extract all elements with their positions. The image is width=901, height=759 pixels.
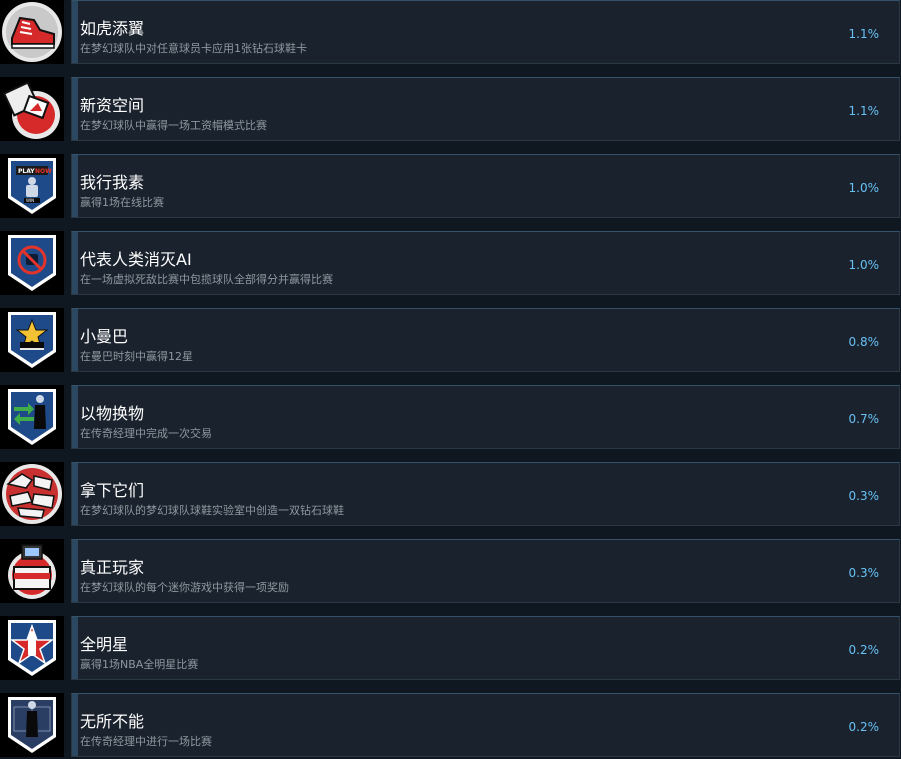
achievement-title: 如虎添翼 — [80, 19, 145, 38]
manager-court-badge-icon — [0, 693, 64, 757]
unlock-progress-bar — [72, 232, 78, 294]
svg-text:WIN: WIN — [26, 198, 34, 203]
unlock-percentage: 1.0% — [848, 258, 880, 272]
unlock-progress-bar — [72, 694, 78, 756]
achievement-title: 以物换物 — [80, 404, 145, 423]
achievement-title: 新资空间 — [80, 96, 145, 115]
svg-text:NOW: NOW — [35, 168, 52, 175]
achievement-row[interactable]: 代表人类消灭AI 在一场虚拟死敌比赛中包揽球队全部得分并赢得比赛 1.0% — [0, 231, 901, 297]
unlock-percentage: 0.3% — [848, 566, 880, 580]
star-shoe-badge-icon — [0, 308, 64, 372]
achievement-card: 无所不能在传奇经理中进行一场比赛 0.2% — [71, 693, 900, 757]
achievement-card: 以物换物在传奇经理中完成一次交易 0.7% — [71, 385, 900, 449]
achievement-description: 在梦幻球队的每个迷你游戏中获得一项奖励 — [80, 581, 289, 594]
achievement-description: 在曼巴时刻中赢得12星 — [80, 350, 193, 363]
achievement-description: 在一场虚拟死敌比赛中包揽球队全部得分并赢得比赛 — [80, 273, 333, 286]
achievement-title: 拿下它们 — [80, 481, 145, 500]
achievement-row[interactable]: 以物换物在传奇经理中完成一次交易 0.7% — [0, 385, 901, 451]
achievement-title: 我行我素 — [80, 173, 145, 192]
svg-text:PLAY: PLAY — [18, 168, 35, 175]
arcade-machine-icon — [0, 539, 64, 603]
unlock-progress-bar — [72, 463, 78, 525]
unlock-percentage: 1.0% — [848, 181, 880, 195]
unlock-percentage: 0.8% — [848, 335, 880, 349]
achievement-description: 在传奇经理中完成一次交易 — [80, 427, 212, 440]
unlock-progress-bar — [72, 78, 78, 140]
achievement-row[interactable]: 新资空间在梦幻球队中赢得一场工资帽模式比赛 1.1% — [0, 77, 901, 143]
achievement-description: 赢得1场NBA全明星比赛 — [80, 658, 199, 671]
achievement-card: 代表人类消灭AI 在一场虚拟死敌比赛中包揽球队全部得分并赢得比赛 1.0% — [71, 231, 900, 295]
achievement-description: 在传奇经理中进行一场比赛 — [80, 735, 212, 748]
achievement-row[interactable]: 拿下它们在梦幻球队的梦幻球队球鞋实验室中创造一双钻石球鞋 0.3% — [0, 462, 901, 528]
achievement-card: 新资空间在梦幻球队中赢得一场工资帽模式比赛 1.1% — [71, 77, 900, 141]
unlock-percentage: 1.1% — [848, 27, 880, 41]
unlock-progress-bar — [72, 386, 78, 448]
trade-arrows-manager-badge-icon — [0, 385, 64, 449]
unlock-progress-bar — [72, 309, 78, 371]
achievement-row[interactable]: 全明星赢得1场NBA全明星比赛 0.2% — [0, 616, 901, 682]
unlock-percentage: 0.2% — [848, 720, 880, 734]
achievement-description: 在梦幻球队中对任意球员卡应用1张钻石球鞋卡 — [80, 42, 307, 55]
play-now-player-badge-icon: PLAY NOW WIN — [0, 154, 64, 218]
achievement-title: 真正玩家 — [80, 558, 145, 577]
achievement-list: 如虎添翼 在梦幻球队中对任意球员卡应用1张钻石球鞋卡 1.1% 新资空间 在梦幻球队中… — [0, 0, 901, 757]
achievement-description: 在梦幻球队中赢得一场工资帽模式比赛 — [80, 119, 267, 132]
unlock-progress-bar — [72, 617, 78, 679]
achievement-row[interactable]: 真正玩家在梦幻球队的每个迷你游戏中获得一项奖励 0.3% — [0, 539, 901, 605]
no-ai-robot-badge-icon — [0, 231, 64, 295]
achievement-title: 小曼巴 — [80, 327, 129, 346]
achievement-card: 全明星赢得1场NBA全明星比赛 0.2% — [71, 616, 900, 680]
unlock-progress-bar — [72, 540, 78, 602]
sneaker-pile-icon — [0, 462, 64, 526]
achievement-title: 代表人类消灭AI — [80, 250, 192, 269]
achievement-description: 赢得1场在线比赛 — [80, 196, 164, 209]
achievement-description: 在梦幻球队的梦幻球队球鞋实验室中创造一双钻石球鞋 — [80, 504, 344, 517]
nba-all-star-badge-icon — [0, 616, 64, 680]
achievement-row[interactable]: PLAY NOW WIN 我行我素赢得1场在线比赛 1.0% — [0, 154, 901, 220]
achievement-card: 小曼巴在曼巴时刻中赢得12星 0.8% — [71, 308, 900, 372]
achievement-row[interactable]: 无所不能在传奇经理中进行一场比赛 0.2% — [0, 693, 901, 759]
achievement-card: 我行我素赢得1场在线比赛 1.0% — [71, 154, 900, 218]
unlock-progress-bar — [72, 155, 78, 217]
unlock-percentage: 0.3% — [848, 489, 880, 503]
unlock-percentage: 0.2% — [848, 643, 880, 657]
achievement-title: 无所不能 — [80, 712, 145, 731]
achievement-card: 真正玩家在梦幻球队的每个迷你游戏中获得一项奖励 0.3% — [71, 539, 900, 603]
achievement-title: 全明星 — [80, 635, 129, 654]
achievement-row[interactable]: 小曼巴在曼巴时刻中赢得12星 0.8% — [0, 308, 901, 374]
achievement-card: 如虎添翼在梦幻球队中对任意球员卡应用1张钻石球鞋卡 1.1% — [71, 0, 900, 64]
achievement-row[interactable]: 如虎添翼在梦幻球队中对任意球员卡应用1张钻石球鞋卡 1.1% — [0, 0, 901, 66]
red-sneaker-icon — [0, 0, 64, 64]
unlock-progress-bar — [72, 1, 78, 63]
unlock-percentage: 1.1% — [848, 104, 880, 118]
unlock-percentage: 0.7% — [848, 412, 880, 426]
achievement-card: 拿下它们在梦幻球队的梦幻球队球鞋实验室中创造一双钻石球鞋 0.3% — [71, 462, 900, 526]
red-contract-card-icon — [0, 77, 64, 141]
